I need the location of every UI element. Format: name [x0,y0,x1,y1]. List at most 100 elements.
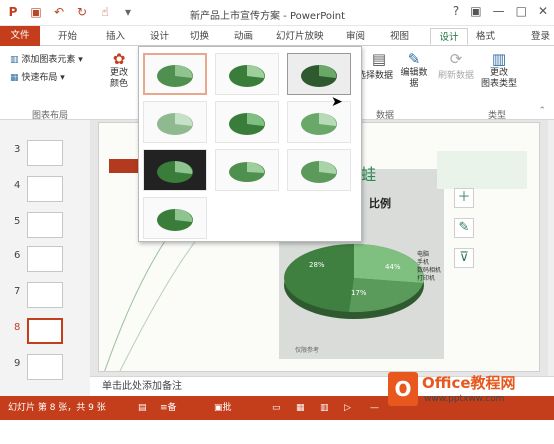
legend-item: 打印机 [417,275,436,282]
slideshow-icon[interactable]: ▷ [344,396,351,420]
restore-button[interactable]: □ [516,4,527,18]
chart-filters-funnel-icon[interactable]: ⊽ [454,248,474,268]
chart-style-10[interactable] [143,197,207,239]
help-button[interactable]: ? [453,4,459,18]
watermark-url: www.pptxww.com [424,394,505,404]
pie-preview [301,161,337,183]
collapse-ribbon-icon[interactable]: ⌃ [538,106,546,116]
pie-preview [157,161,193,183]
editor-scrollbar[interactable] [548,120,554,376]
select-data-button[interactable]: ▤ 选择数据 [357,50,394,81]
tab-file[interactable]: 文件 [0,26,40,46]
pie-label: 44% [385,263,401,271]
thumbnail-scrollbar[interactable] [78,120,90,396]
slide-thumbnails-pane: 3 4 5 6 7 8 9 [0,120,90,396]
legend-item: 数码相机 [417,267,442,274]
change-chart-type-button[interactable]: ▥ 更改 图表类型 [478,50,520,90]
tab-view[interactable]: 视图 [390,28,409,45]
slide-thumbnail-8[interactable] [27,318,63,344]
minimize-button[interactable]: — [493,4,505,18]
change-colors-button[interactable]: ✿ 更改 颜色 [104,50,134,90]
tab-transitions[interactable]: 切换 [190,28,209,45]
chart-element-icon: ▥ [10,55,19,65]
slide-thumbnail-7[interactable] [27,282,63,308]
chart-style-1[interactable] [143,53,207,95]
chart-style-3[interactable] [287,53,351,95]
chart-footnote: 仅限参考 [295,347,320,354]
window-controls: ? ▣ — □ ✕ [453,4,548,18]
ribbon-display-icon[interactable]: ▣ [470,4,481,18]
zoom-out-icon[interactable]: — [370,396,379,420]
table-icon: ▤ [371,50,387,68]
undo-icon[interactable]: ↶ [52,5,66,19]
watermark-title: Office教程网 [422,374,516,392]
tab-design[interactable]: 设计 [150,28,169,45]
quick-layout-button[interactable]: ▦ 快速布局 ▾ [10,70,65,83]
office-logo-icon: O [388,372,418,406]
chart-legend: 电脑 手机 数码相机 打印机 [417,251,441,283]
pie-preview [229,162,265,182]
tab-review[interactable]: 审阅 [346,28,365,45]
spellcheck-icon[interactable]: ▤ [138,396,147,420]
login-link[interactable]: 登录 [531,28,550,45]
pie-preview [157,113,193,135]
slide-counter: 幻灯片 第 8 张，共 9 张 [8,403,106,413]
layout-icon: ▦ [10,73,19,83]
chart-style-7[interactable] [143,149,207,191]
pie-chart[interactable]: 44% 17% 28% [279,233,429,323]
palette-icon: ✿ [112,50,126,68]
slide-number: 9 [14,358,21,369]
comments-toggle[interactable]: ▣ 批注 [214,396,232,437]
title-bar: P ▣ ↶ ↻ ☝ ▾ 新产品上市宣传方案 - PowerPoint ? ▣ —… [0,0,554,26]
slide-number: 3 [14,144,21,155]
chart-style-8[interactable] [215,149,279,191]
legend-item: 手机 [417,259,430,266]
chart-style-9[interactable] [287,149,351,191]
slide-thumbnail-5[interactable] [27,212,63,238]
pie-label: 17% [351,289,367,297]
tab-animations[interactable]: 动画 [234,28,253,45]
pie-preview [229,65,265,87]
redo-icon[interactable]: ↻ [75,5,89,19]
chart-type-icon: ▥ [491,50,507,68]
mouse-cursor: ➤ [331,94,343,110]
chart-style-5[interactable] [215,101,279,143]
chart-title: 比例 [369,197,391,210]
watermark-logo: O Office教程网 www.pptxww.com [388,370,552,418]
add-chart-element-button[interactable]: ▥ 添加图表元素 ▾ [10,52,83,65]
pie-preview [301,113,337,135]
tab-home[interactable]: 开始 [58,28,77,45]
save-icon[interactable]: ▣ [29,5,43,19]
chart-style-2[interactable] [215,53,279,95]
edit-table-icon: ✎ [407,50,421,68]
slide-thumbnail-3[interactable] [27,140,63,166]
slide-thumbnail-6[interactable] [27,246,63,272]
pie-preview [301,65,337,87]
slide-number: 4 [14,180,21,191]
chart-style-4[interactable] [143,101,207,143]
touch-mode-icon[interactable]: ☝ [98,5,112,19]
slide-sorter-icon[interactable]: ▦ [296,396,305,420]
pie-preview [157,64,193,87]
slide-number-current: 8 [14,322,21,333]
tab-slideshow[interactable]: 幻灯片放映 [276,28,324,45]
pie-preview [229,113,265,135]
refresh-data-button[interactable]: ⟳ 刷新数据 [436,50,476,81]
notes-toggle[interactable]: ≡ 备注 [160,396,177,437]
customize-qat-icon[interactable]: ▾ [121,5,135,19]
quick-access-toolbar: P ▣ ↶ ↻ ☝ ▾ [6,5,135,19]
normal-view-icon[interactable]: ▭ [272,396,281,420]
chart-elements-plus-icon[interactable]: ＋ [454,188,474,208]
slide-thumbnail-9[interactable] [27,354,63,380]
edit-data-button[interactable]: ✎ 编辑数 据 [396,50,432,90]
slide-number: 7 [14,286,21,297]
tab-insert[interactable]: 插入 [106,28,125,45]
ppt-logo-icon: P [8,5,18,19]
slide-thumbnail-4[interactable] [27,176,63,202]
reading-view-icon[interactable]: ▥ [320,396,329,420]
tab-format[interactable]: 格式 [476,28,495,45]
tab-chart-design[interactable]: 设计 [430,28,468,45]
chart-styles-brush-icon[interactable]: ✎ [454,218,474,238]
slide-number: 5 [14,216,21,227]
close-button[interactable]: ✕ [538,4,548,18]
